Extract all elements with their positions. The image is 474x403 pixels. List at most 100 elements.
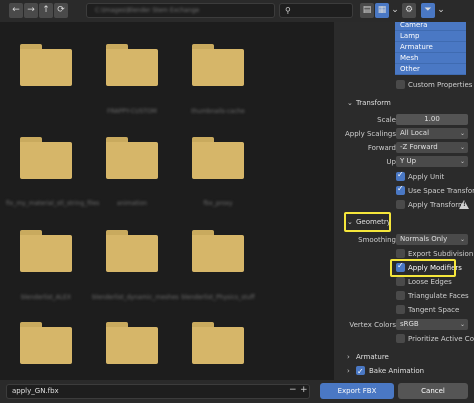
object-type-camera[interactable]: Camera [395,22,466,31]
prioritize-active-color-checkbox[interactable] [396,334,405,343]
tangent-space-label: Tangent Space [408,306,460,314]
folder-icon [106,142,158,179]
apply-transform-label: Apply Transform [408,201,465,209]
folder-item[interactable] [192,230,244,272]
folder-label: animation [116,200,148,207]
loose-edges-checkbox[interactable] [396,277,405,286]
apply-scalings-dropdown[interactable]: All Local ⌄ [396,128,468,139]
triangulate-faces-row: Triangulate Faces [334,290,474,302]
geometry-highlight-box [344,212,391,232]
refresh-button[interactable]: ⟳ [54,3,68,18]
object-type-armature[interactable]: Armature [395,42,466,53]
folder-icon [192,49,244,86]
forward-button[interactable]: → [24,3,38,18]
custom-properties-row: Custom Properties [334,79,474,91]
increment-filename-button[interactable]: + [300,385,308,395]
arrow-left-icon: ← [12,5,20,15]
folder-item[interactable] [106,322,158,364]
apply-unit-row: Apply Unit [334,170,474,183]
folder-icon [20,49,72,86]
use-space-transform-row: Use Space Transform [334,184,474,197]
vertex-colors-dropdown[interactable]: sRGB ⌄ [396,319,468,330]
export-options-panel: Camera Lamp Armature Mesh Other Custom P… [334,22,474,380]
file-browser-footer: apply_GN.fbx − + Export FBX Cancel [0,380,474,403]
loose-edges-label: Loose Edges [408,278,452,286]
prioritize-active-color-label: Prioritize Active Color [408,335,474,343]
object-type-lamp[interactable]: Lamp [395,31,466,42]
apply-unit-checkbox[interactable] [396,170,405,181]
export-fbx-button[interactable]: Export FBX [320,383,394,399]
display-mode-thumbnails-button[interactable]: ▦ [375,3,389,18]
folder-item[interactable] [106,230,158,272]
display-mode-list-button[interactable]: ▤ [360,3,374,18]
back-button[interactable]: ← [9,3,23,18]
arrow-right-icon: → [27,5,35,15]
chevron-down-icon: ⌄ [459,321,465,328]
folder-label: fbx_proxy [203,200,233,207]
bake-animation-checkbox[interactable] [356,364,365,380]
loose-edges-row: Loose Edges [334,276,474,288]
chevron-right-icon: › [347,367,350,375]
cancel-button[interactable]: Cancel [398,383,468,399]
triangulate-faces-checkbox[interactable] [396,291,405,300]
apply-scalings-label: Apply Scalings [345,130,396,138]
forward-dropdown[interactable]: -Z Forward ⌄ [396,142,468,153]
chevron-down-icon: ⌄ [459,144,465,151]
chevron-down-icon: ⌄ [391,5,399,15]
display-mode-dropdown[interactable]: ⌄ [390,3,400,18]
apply-modifiers-highlight-box [390,259,456,277]
custom-properties-checkbox[interactable] [396,80,405,89]
search-icon: ⚲ [285,6,291,15]
apply-unit-label: Apply Unit [408,173,445,181]
bake-animation-section-header[interactable]: › Bake Animation [334,363,474,380]
chevron-down-icon: ⌄ [459,158,465,165]
decrement-filename-button[interactable]: − [289,385,297,395]
smoothing-dropdown[interactable]: Normals Only ⌄ [396,234,468,245]
parent-directory-button[interactable]: ↑ [39,3,53,18]
filter-options-dropdown[interactable]: ⌄ [436,3,446,18]
vertex-colors-row: Vertex Colors sRGB ⌄ [334,319,474,331]
export-subdivision-checkbox[interactable] [396,249,405,258]
file-browser-toolbar: ← → ↑ ⟳ C:\Images\Blender Stem Exchange … [0,0,474,22]
chevron-down-icon: ⌄ [437,5,445,15]
object-type-other[interactable]: Other [395,64,466,75]
file-browser-grid: FRAPPY-CUSTOM thumbnails-cache fix_my_ma… [0,22,334,380]
apply-scalings-row: Apply Scalings All Local ⌄ [334,128,474,140]
scale-row: Scale 1.00 [334,114,474,126]
directory-path-input[interactable]: C:\Images\Blender Stem Exchange [86,3,275,18]
transform-section-header[interactable]: ⌄ Transform [334,95,474,111]
filename-input[interactable]: apply_GN.fbx [6,384,310,399]
arrow-up-icon: ↑ [42,5,50,15]
display-settings-button[interactable]: ⚙ [402,3,416,18]
folder-label: fix_my_material_stl_string_files [6,200,100,207]
folder-item[interactable] [20,44,72,86]
tangent-space-checkbox[interactable] [396,305,405,314]
folder-label: FRAPPY-CUSTOM [107,108,157,115]
folder-item[interactable] [106,44,158,86]
apply-transform-row: Apply Transform [334,199,474,211]
chevron-down-icon: ⌄ [459,236,465,243]
folder-icon [192,142,244,179]
up-row: Up Y Up ⌄ [334,156,474,168]
up-dropdown[interactable]: Y Up ⌄ [396,156,468,167]
chevron-down-icon: ⌄ [459,130,465,137]
filter-toggle-button[interactable]: ⏷ [421,3,435,18]
smoothing-label: Smoothing [358,236,396,244]
apply-scalings-value: All Local [400,129,430,137]
thumbnail-view-icon: ▦ [377,5,387,15]
folder-item[interactable] [106,137,158,179]
folder-item[interactable] [20,230,72,272]
object-type-mesh[interactable]: Mesh [395,53,466,64]
search-input[interactable]: ⚲ [279,3,353,18]
up-value: Y Up [400,157,417,165]
folder-item[interactable] [192,322,244,364]
folder-item[interactable] [192,44,244,86]
apply-transform-checkbox[interactable] [396,200,405,209]
use-space-transform-checkbox[interactable] [396,184,405,195]
scale-field[interactable]: 1.00 [396,114,468,125]
folder-item[interactable] [20,322,72,364]
folder-item[interactable] [192,137,244,179]
forward-value: -Z Forward [400,143,438,151]
folder-icon [20,142,72,179]
folder-item[interactable] [20,137,72,179]
